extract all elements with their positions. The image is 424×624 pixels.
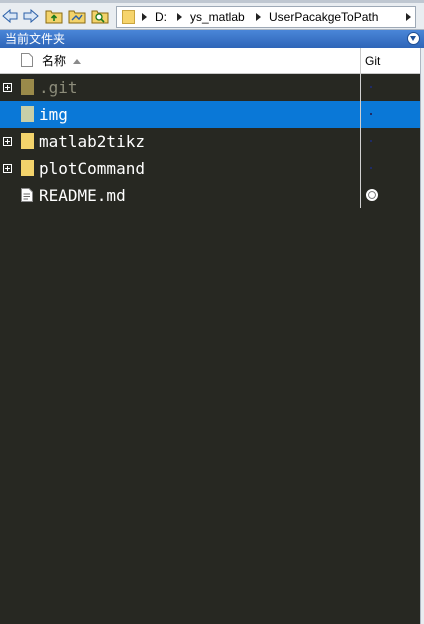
git-status-icon (370, 113, 372, 115)
git-status-icon (370, 86, 372, 88)
file-name: .git (39, 78, 78, 97)
arrow-right-icon (23, 9, 39, 23)
breadcrumb-drive[interactable]: D: (155, 10, 167, 24)
browse-folder-button[interactable] (68, 7, 86, 25)
file-name: img (39, 105, 68, 124)
panel-right-edge (420, 48, 424, 624)
file-name: plotCommand (39, 159, 145, 178)
file-type-icon (21, 53, 33, 67)
expand-icon[interactable] (3, 137, 12, 146)
text-file-icon (21, 188, 33, 202)
breadcrumb-current-folder[interactable]: UserPacakgeToPath (269, 10, 378, 24)
panel-title-bar: 当前文件夹 (0, 30, 424, 48)
folder-search-icon (91, 10, 109, 24)
file-name: matlab2tikz (39, 132, 145, 151)
panel-title: 当前文件夹 (5, 32, 66, 46)
navigation-toolbar: D: ys_matlab UserPacakgeToPath (0, 3, 424, 30)
folder-up-icon (45, 10, 63, 24)
git-column-divider (360, 74, 361, 208)
list-item-git[interactable]: .git (0, 74, 420, 101)
folder-icon (21, 106, 34, 122)
find-files-button[interactable] (91, 7, 109, 25)
panel-actions-chevron-icon[interactable] (407, 32, 420, 45)
arrow-left-icon (2, 9, 18, 23)
back-button[interactable] (1, 7, 19, 25)
list-item-img[interactable]: img (0, 101, 420, 128)
column-divider[interactable] (360, 48, 361, 74)
breadcrumb-ys-matlab[interactable]: ys_matlab (190, 10, 245, 24)
file-name: README.md (39, 186, 126, 205)
forward-button[interactable] (22, 7, 40, 25)
name-column-header[interactable]: 名称 (42, 54, 66, 68)
list-item-readme[interactable]: README.md (0, 182, 420, 209)
git-status-icon (370, 140, 372, 142)
folder-icon (21, 79, 34, 95)
expand-icon[interactable] (3, 164, 12, 173)
breadcrumb-separator-icon (256, 13, 261, 21)
expand-icon[interactable] (3, 83, 12, 92)
folder-icon (122, 10, 135, 24)
sort-ascending-icon (73, 59, 81, 64)
column-header: 名称 Git (0, 48, 420, 74)
folder-browse-icon (68, 10, 86, 24)
breadcrumb-separator-icon[interactable] (406, 13, 411, 21)
list-item-matlab2tikz[interactable]: matlab2tikz (0, 128, 420, 155)
breadcrumb-separator-icon (142, 13, 147, 21)
address-bar[interactable]: D: ys_matlab UserPacakgeToPath (116, 6, 416, 28)
git-modified-icon (366, 189, 378, 201)
breadcrumb-separator-icon (177, 13, 182, 21)
git-status-icon (370, 167, 372, 169)
folder-icon (21, 160, 34, 176)
folder-icon (21, 133, 34, 149)
up-folder-button[interactable] (45, 7, 63, 25)
git-column-header[interactable]: Git (365, 54, 380, 68)
list-item-plotcommand[interactable]: plotCommand (0, 155, 420, 182)
